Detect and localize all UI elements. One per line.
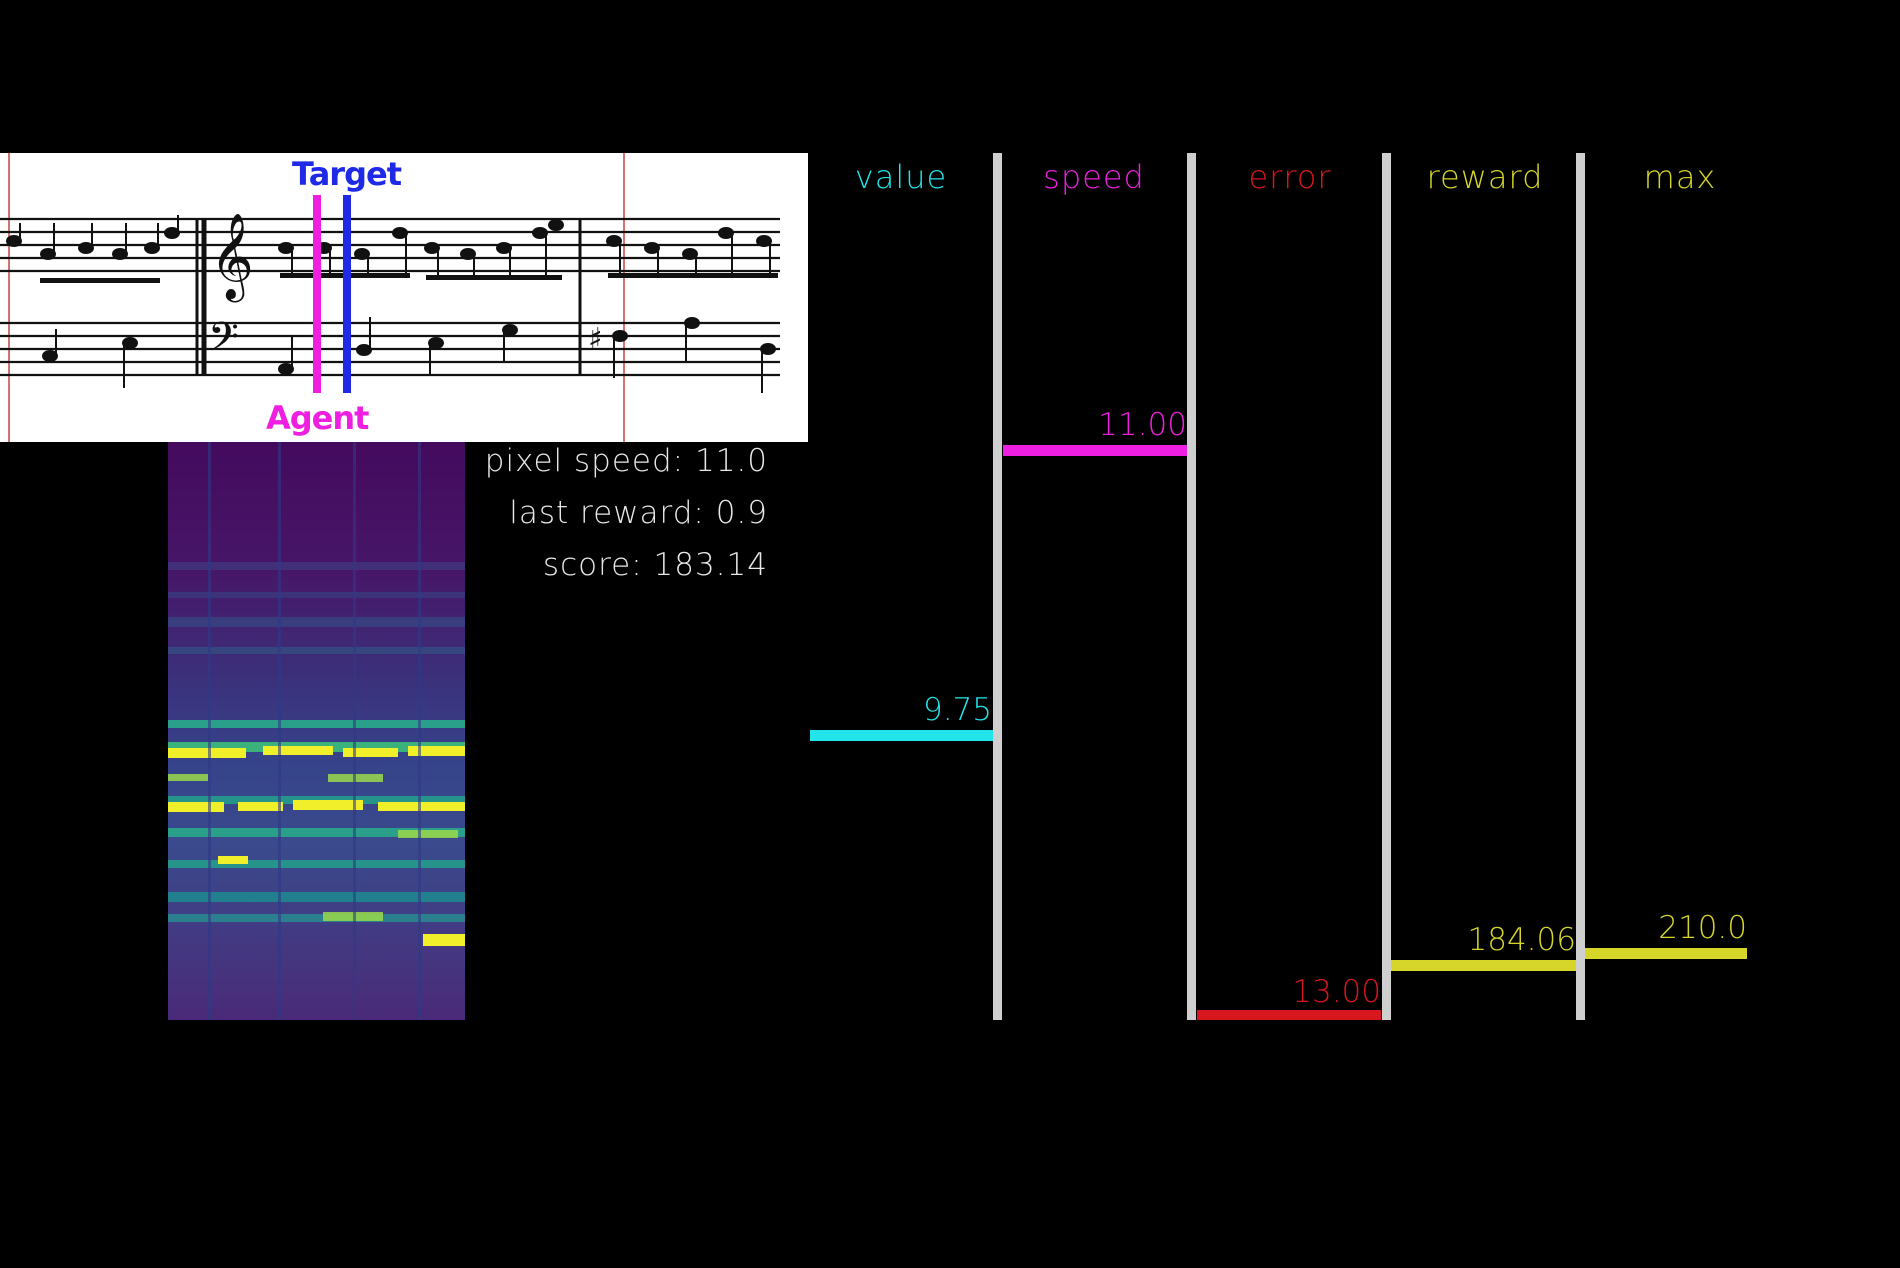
- reward-column-header: reward: [1426, 158, 1544, 196]
- spectrogram-image: [168, 442, 465, 1020]
- error-bar-label: 13.00: [1292, 974, 1381, 1010]
- sheet-music-panel: 𝄞 𝄢 ♯ Target Agent: [0, 153, 808, 442]
- reward-bar-label: 184.06: [1467, 922, 1576, 958]
- max-column-header: max: [1643, 158, 1717, 196]
- reward-bar: [1391, 960, 1576, 971]
- svg-text:𝄞: 𝄞: [210, 213, 254, 303]
- agent-label: Agent: [266, 399, 369, 437]
- error-bar: [1197, 1010, 1381, 1020]
- agent-marker: [313, 195, 321, 393]
- column-divider: [1187, 153, 1196, 1020]
- svg-text:𝄢: 𝄢: [208, 314, 239, 370]
- column-divider: [993, 153, 1002, 1020]
- speed-column-header: speed: [1043, 158, 1145, 196]
- visualization-stage: 𝄞 𝄢 ♯ Target Agent pixel speed: 11.0 las…: [0, 0, 1900, 1268]
- column-divider: [1576, 153, 1585, 1020]
- target-label: Target: [292, 155, 402, 193]
- value-column-header: value: [854, 158, 948, 196]
- max-bar-label: 210.0: [1658, 910, 1747, 946]
- spectrogram: [168, 442, 465, 1020]
- value-bar-label: 9.75: [922, 692, 992, 728]
- last-reward-readout: last reward: 0.9: [509, 495, 768, 531]
- speed-bar: [1003, 445, 1187, 456]
- score-readout: score: 183.14: [542, 547, 768, 583]
- target-marker: [343, 195, 351, 393]
- error-column-header: error: [1248, 158, 1332, 196]
- value-bar: [810, 730, 993, 741]
- column-divider: [1382, 153, 1391, 1020]
- speed-bar-label: 11.00: [1098, 407, 1187, 443]
- sheet-music-staff: 𝄞 𝄢 ♯: [0, 153, 780, 442]
- svg-text:♯: ♯: [588, 322, 603, 357]
- pixel-speed-readout: pixel speed: 11.0: [484, 443, 768, 479]
- max-bar: [1585, 948, 1747, 959]
